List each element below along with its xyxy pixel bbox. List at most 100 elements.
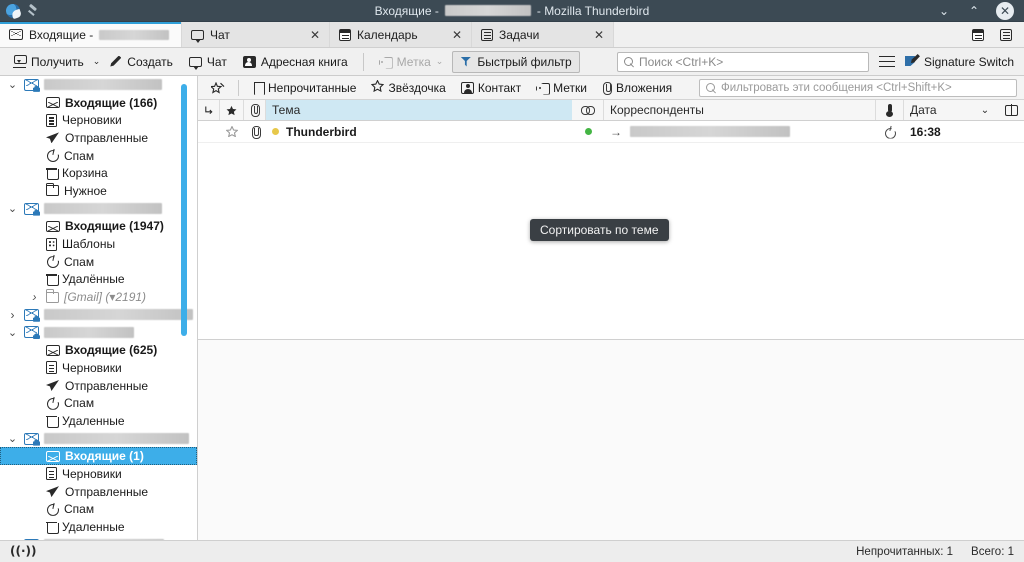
get-messages-label: Получить <box>31 54 84 69</box>
search-input[interactable]: Поиск <Ctrl+K> <box>616 51 869 72</box>
folder-item[interactable]: Входящие (1947) <box>0 218 197 236</box>
get-messages-button[interactable]: Получить <box>6 52 91 72</box>
filter-starred-button[interactable]: Звёздочка <box>365 78 451 97</box>
column-spam[interactable] <box>876 100 904 120</box>
compose-button[interactable]: Создать <box>102 52 180 72</box>
message-subject-cell[interactable]: Thunderbird <box>266 121 572 142</box>
folder-item[interactable]: Входящие (625) <box>0 341 197 359</box>
filter-contact-button[interactable]: Контакт <box>455 79 527 97</box>
folder-item[interactable]: Черновики <box>0 111 197 129</box>
chat-button[interactable]: Чат <box>182 52 234 72</box>
folder-item-selected[interactable]: Входящие (1) <box>0 447 197 466</box>
maximize-button[interactable]: ⌃ <box>966 3 982 19</box>
column-subject[interactable]: Тема <box>266 100 572 120</box>
folder-item[interactable]: Удаленные <box>0 412 197 430</box>
twisty-expanded-icon[interactable]: ⌄ <box>6 202 19 215</box>
folder-item[interactable]: Удалённые <box>0 271 197 289</box>
folder-item[interactable]: Шаблоны <box>0 235 197 253</box>
twisty-expanded-icon[interactable]: ⌄ <box>6 78 19 91</box>
tab-tasks-close-icon[interactable]: ✕ <box>576 28 604 42</box>
drafts-icon <box>46 361 57 375</box>
message-spam-cell[interactable] <box>876 121 904 142</box>
column-date[interactable]: Дата <box>904 100 972 120</box>
tab-calendar-close-icon[interactable]: ✕ <box>434 28 462 42</box>
twisty-expanded-icon[interactable]: ⌄ <box>6 432 19 445</box>
folder-item[interactable]: ⌄ <box>0 536 197 540</box>
folder-item[interactable]: Входящие (166) <box>0 94 197 112</box>
folder-item[interactable]: Черновики <box>0 465 197 483</box>
window-title-suffix: - Mozilla Thunderbird <box>536 3 650 18</box>
address-book-button[interactable]: Адресная книга <box>236 52 355 72</box>
folder-account-name-redacted <box>44 203 162 215</box>
folder-item[interactable]: Черновики <box>0 359 197 377</box>
folder-item[interactable]: Отправленные <box>0 129 197 147</box>
tab-chat-close-icon[interactable]: ✕ <box>292 28 320 42</box>
column-correspondents[interactable]: Корреспонденты <box>604 100 876 120</box>
filter-attachment-button[interactable]: Вложения <box>596 79 678 97</box>
folder-item[interactable]: Спам <box>0 147 197 165</box>
folder-item-label: Удалённые <box>62 272 125 287</box>
folder-item-label: Нужное <box>64 183 107 198</box>
folder-item-label: Удаленные <box>62 520 125 535</box>
get-messages-chevron-down-icon[interactable]: ⌄ <box>93 56 101 67</box>
folder-item[interactable]: ⌄ <box>0 200 197 218</box>
folder-item[interactable]: Спам <box>0 394 197 412</box>
folder-icon <box>45 183 59 197</box>
folder-item[interactable]: Удаленные <box>0 518 197 536</box>
message-list-empty-space[interactable] <box>198 143 1024 340</box>
folder-item[interactable]: Отправленные <box>0 483 197 501</box>
close-button[interactable]: ✕ <box>996 1 1014 20</box>
quick-filter-button[interactable]: Быстрый фильтр <box>452 50 580 73</box>
filter-unread-button[interactable]: Непрочитанные <box>247 79 362 97</box>
inbox-icon <box>46 344 60 356</box>
filter-tags-button[interactable]: Метки <box>530 79 593 97</box>
download-icon <box>13 54 27 68</box>
tasks-button-icon[interactable] <box>1000 28 1012 41</box>
folder-item[interactable]: Спам <box>0 501 197 519</box>
folder-item[interactable]: ⌄ <box>0 324 197 342</box>
hamburger-icon[interactable] <box>878 55 895 68</box>
folder-item-label: Черновики <box>62 466 122 481</box>
twisty-collapsed-icon[interactable]: › <box>6 308 19 322</box>
minimize-button[interactable]: ⌄ <box>936 3 952 19</box>
calendar-button-icon[interactable] <box>972 28 984 41</box>
folder-item-label: Спам <box>64 148 95 163</box>
quick-filter-pin-button[interactable] <box>205 80 230 96</box>
message-filter-input[interactable]: Фильтровать эти сообщения <Ctrl+Shift+K> <box>699 78 1017 97</box>
tasks-icon <box>481 28 493 41</box>
message-subject: Thunderbird <box>286 124 357 139</box>
twisty-expanded-icon[interactable]: ⌄ <box>6 326 19 339</box>
tab-chat[interactable]: Чат ✕ <box>182 22 330 47</box>
folder-item[interactable]: Спам <box>0 253 197 271</box>
filter-starred-label: Звёздочка <box>388 80 446 95</box>
message-row[interactable]: Thunderbird → 16:38 <box>198 121 1024 143</box>
message-status-dot-cell <box>572 121 604 142</box>
folder-account-name-redacted <box>44 326 134 338</box>
column-star[interactable] <box>220 100 244 120</box>
titlebar-left-icons <box>0 3 120 19</box>
signature-switch-button[interactable]: Signature Switch <box>905 55 1018 69</box>
folder-item[interactable]: Отправленные <box>0 377 197 395</box>
message-star-toggle[interactable] <box>220 121 244 142</box>
column-sort-chevron-down-icon[interactable]: ⌄ <box>972 100 998 120</box>
column-picker-button[interactable] <box>998 100 1024 120</box>
folder-item[interactable]: Нужное <box>0 182 197 200</box>
tab-inbox[interactable]: Входящие - <box>0 22 182 47</box>
column-thread[interactable] <box>198 100 220 120</box>
folder-item[interactable]: ⌄ <box>0 430 197 448</box>
trash-icon <box>46 521 59 535</box>
folder-pane-scrollbar[interactable] <box>181 84 187 336</box>
twisty-collapsed-icon[interactable]: › <box>28 290 41 304</box>
tag-button[interactable]: Метка ⌄ <box>372 52 451 72</box>
column-attachment[interactable] <box>244 100 266 120</box>
folder-item[interactable]: ⌄ <box>0 76 197 94</box>
folder-pane[interactable]: ⌄ Входящие (166) Черновики Отправленные Спам… <box>0 76 198 540</box>
tab-tasks[interactable]: Задачи ✕ <box>472 22 614 47</box>
twisty-expanded-icon[interactable]: ⌄ <box>6 538 19 540</box>
pin-icon[interactable] <box>26 4 40 18</box>
folder-item[interactable]: › [Gmail] (▾2191) <box>0 288 197 306</box>
folder-item[interactable]: Корзина <box>0 164 197 182</box>
tab-calendar[interactable]: Календарь ✕ <box>330 22 472 47</box>
column-correspondents-icon[interactable] <box>572 100 604 120</box>
folder-item[interactable]: › <box>0 306 197 324</box>
